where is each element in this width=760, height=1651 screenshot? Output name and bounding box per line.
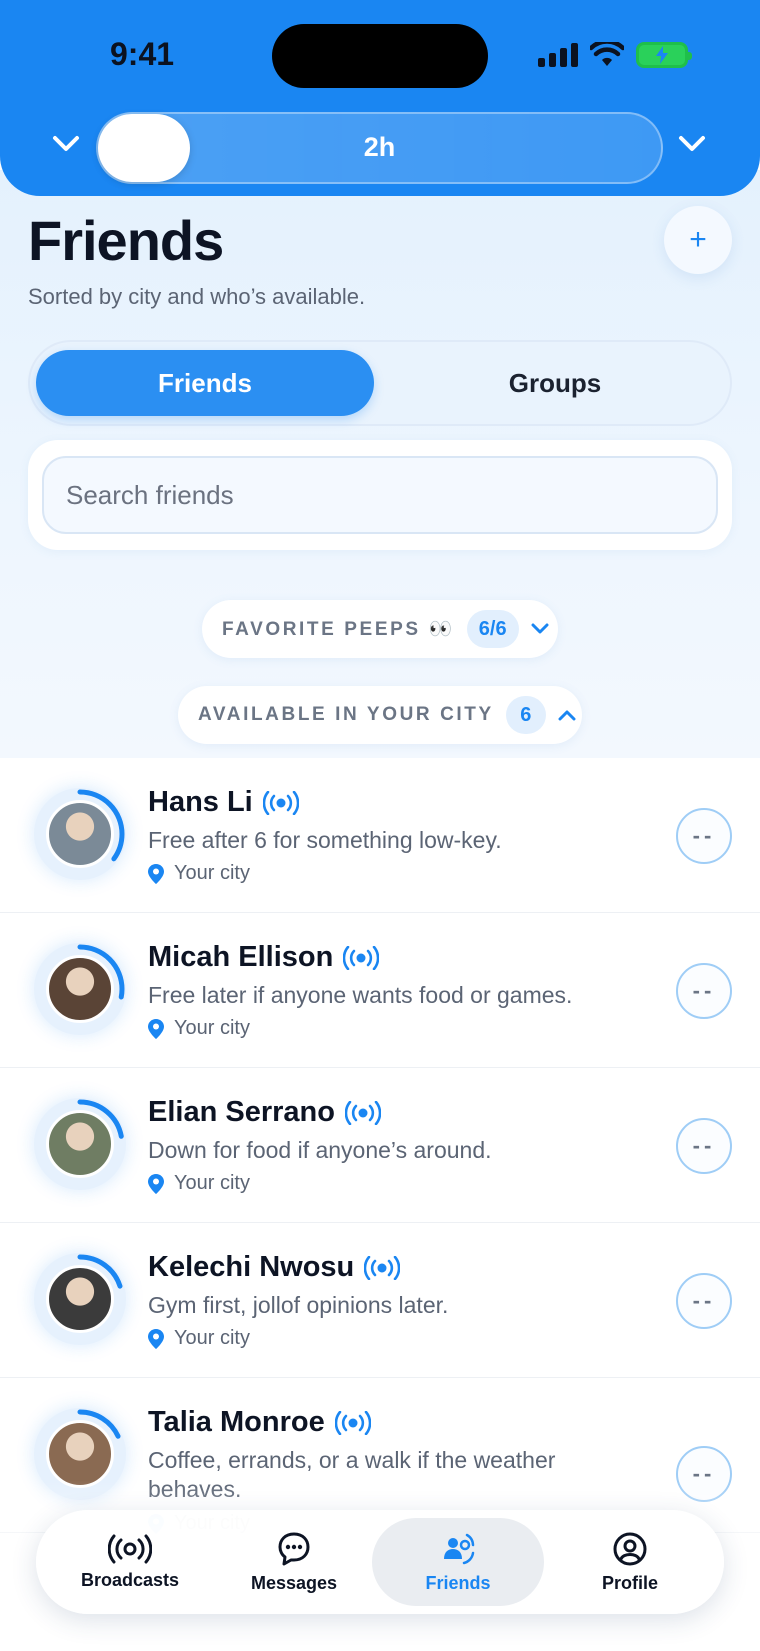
search-input[interactable] (42, 456, 718, 534)
tab-messages[interactable]: Messages (208, 1518, 380, 1606)
favorite-peeps-section-toggle[interactable]: FAVORITE PEEPS 👀 6/6 (202, 600, 558, 658)
broadcasting-icon (262, 790, 299, 816)
availability-ring (34, 943, 126, 1035)
location-label: Your city (174, 1017, 250, 1039)
friend-action-button[interactable]: -- (676, 1118, 732, 1174)
profile-icon (613, 1532, 647, 1565)
avatar[interactable] (46, 1265, 114, 1333)
avatar[interactable] (46, 800, 114, 868)
broadcasting-icon (343, 945, 380, 971)
avatar[interactable] (46, 1110, 114, 1178)
add-friend-button[interactable]: + (664, 206, 732, 274)
friend-name: Kelechi Nwosu (148, 1251, 355, 1283)
friend-location: Your city (148, 1172, 250, 1195)
location-pin-icon (148, 1018, 164, 1039)
tab-label: Broadcasts (80, 1569, 180, 1590)
friend-row[interactable]: Micah Ellison Free later if anyone wants… (0, 913, 760, 1068)
tab-label: Profile (601, 1572, 658, 1593)
search-container (28, 440, 732, 550)
action-label: -- (692, 1133, 716, 1158)
friend-name: Hans Li (148, 786, 253, 818)
friend-location: Your city (148, 1327, 250, 1350)
friends-icon (444, 1533, 475, 1564)
location-pin-icon (148, 1328, 164, 1349)
tab-label: Messages (250, 1572, 338, 1593)
avatar[interactable] (46, 955, 114, 1023)
messages-icon (278, 1532, 310, 1565)
segment-friends[interactable]: Friends (36, 350, 374, 416)
action-label: -- (692, 823, 716, 848)
friend-location: Your city (148, 1017, 250, 1040)
tab-bar: Broadcasts Messages Friends Profile (36, 1510, 724, 1614)
friend-name: Talia Monroe (148, 1406, 325, 1438)
availability-duration-slider[interactable]: 2h (96, 112, 663, 184)
availability-ring (34, 1098, 126, 1190)
location-label: Your city (174, 1172, 250, 1194)
status-icons (538, 38, 692, 72)
status-time: 9:41 (110, 36, 175, 72)
page-subtitle: Sorted by city and who’s available. (28, 284, 366, 309)
plus-icon: + (689, 223, 707, 256)
tab-broadcasts[interactable]: Broadcasts (44, 1518, 216, 1606)
friend-row[interactable]: Elian Serrano Down for food if anyone’s … (0, 1068, 760, 1223)
segment-groups[interactable]: Groups (386, 350, 724, 416)
cellular-signal-icon (538, 43, 578, 67)
section-label: FAVORITE PEEPS 👀 (222, 619, 455, 640)
friend-action-button[interactable]: -- (676, 963, 732, 1019)
avatar[interactable] (46, 1420, 114, 1488)
friend-name: Elian Serrano (148, 1096, 335, 1128)
available-in-city-section-toggle[interactable]: AVAILABLE IN YOUR CITY 6 (178, 686, 582, 744)
wifi-icon (590, 42, 624, 66)
broadcast-icon (108, 1534, 152, 1563)
availability-ring (34, 788, 126, 880)
tab-friends[interactable]: Friends (372, 1518, 544, 1606)
friend-row[interactable]: Kelechi Nwosu Gym first, jollof opinions… (0, 1223, 760, 1378)
action-label: -- (692, 1288, 716, 1313)
section-label: AVAILABLE IN YOUR CITY (198, 704, 494, 725)
broadcasting-icon (344, 1100, 381, 1126)
availability-ring (34, 1253, 126, 1345)
duration-label: 2h (363, 132, 396, 162)
friend-status-message: Down for food if anyone’s around. (148, 1137, 492, 1163)
collapse-left-chevron-button[interactable] (46, 124, 86, 164)
location-label: Your city (174, 1327, 250, 1349)
location-label: Your city (174, 862, 250, 884)
friend-action-button[interactable]: -- (676, 1273, 732, 1329)
friend-status-message: Gym first, jollof opinions later. (148, 1292, 449, 1318)
chevron-up-icon (556, 704, 578, 726)
chevron-down-icon (53, 136, 79, 151)
friend-name: Micah Ellison (148, 941, 334, 973)
friend-location: Your city (148, 862, 250, 885)
friend-row[interactable]: Hans Li Free after 6 for something low-k… (0, 758, 760, 913)
friends-groups-segmented-control: Friends Groups (28, 340, 732, 426)
location-pin-icon (148, 1173, 164, 1194)
dynamic-island (272, 24, 488, 88)
broadcasting-icon (334, 1410, 371, 1436)
top-header: 9:41 2h (0, 0, 760, 196)
chevron-down-icon (679, 136, 705, 151)
section-count-badge: 6 (505, 696, 546, 734)
collapse-right-chevron-button[interactable] (672, 124, 712, 164)
battery-icon (636, 42, 692, 68)
friend-status-message: Free after 6 for something low-key. (148, 827, 502, 853)
chevron-down-icon (529, 618, 551, 640)
action-label: -- (692, 978, 716, 1003)
page-title: Friends (28, 209, 224, 272)
friend-status-message: Free later if anyone wants food or games… (148, 982, 573, 1008)
broadcasting-icon (364, 1255, 401, 1281)
tab-profile[interactable]: Profile (544, 1518, 716, 1606)
friend-action-button[interactable]: -- (676, 808, 732, 864)
section-count-badge: 6/6 (466, 610, 519, 648)
tab-label: Friends (425, 1572, 491, 1593)
location-pin-icon (148, 863, 164, 884)
